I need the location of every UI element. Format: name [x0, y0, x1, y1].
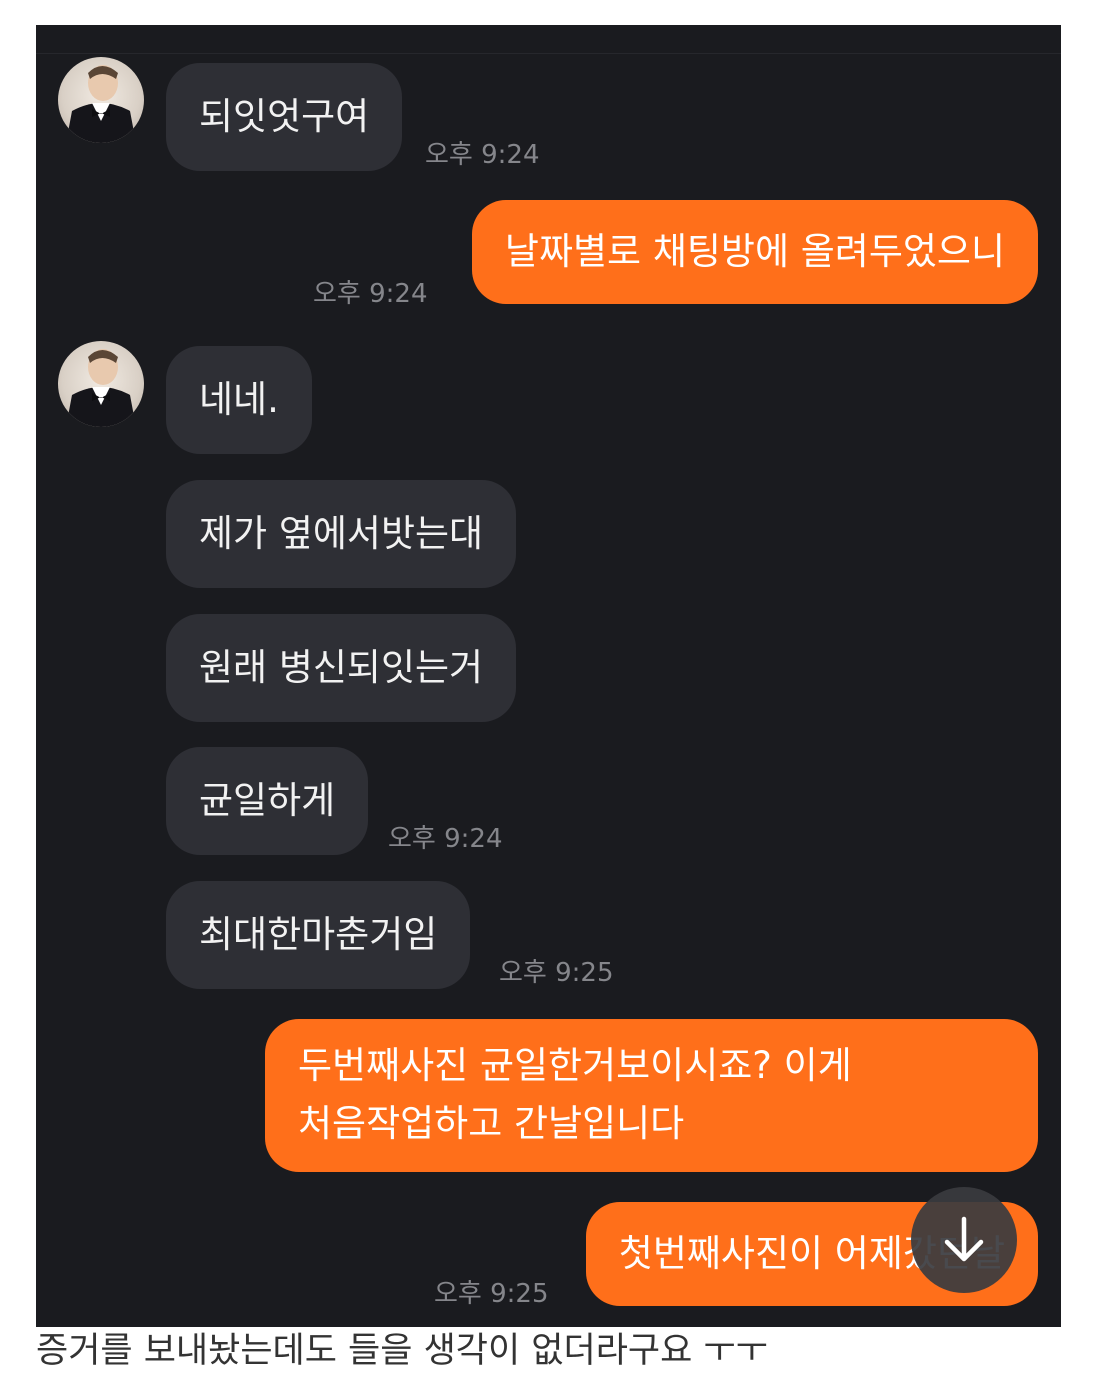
outgoing-message[interactable]: 두번째사진 균일한거보이시죠? 이게 처음작업하고 간날입니다 — [265, 1019, 1038, 1172]
sender-avatar[interactable] — [58, 341, 144, 427]
message-timestamp: 오후 9:25 — [499, 958, 614, 988]
scroll-to-bottom-button[interactable] — [911, 1187, 1017, 1293]
chat-window: 되잇엇구여 오후 9:24 날짜별로 채팅방에 올려두었으니 오후 9:24 네… — [36, 25, 1061, 1327]
message-timestamp: 오후 9:24 — [388, 824, 503, 854]
outgoing-message[interactable]: 날짜별로 채팅방에 올려두었으니 — [471, 200, 1038, 304]
message-timestamp: 오후 9:24 — [425, 140, 540, 170]
top-divider — [36, 53, 1061, 54]
caption-text: 증거를 보내놨는데도 들을 생각이 없더라구요 ㅜㅜ — [36, 1331, 768, 1371]
incoming-message[interactable]: 제가 옆에서밧는대 — [166, 480, 517, 588]
message-timestamp: 오후 9:24 — [313, 279, 428, 309]
sender-avatar[interactable] — [58, 57, 144, 143]
message-timestamp: 오후 9:25 — [434, 1279, 549, 1309]
message-line: 처음작업하고 간날입니다 — [298, 1102, 685, 1146]
incoming-message[interactable]: 최대한마춘거임 — [166, 881, 471, 989]
incoming-message[interactable]: 균일하게 — [166, 747, 369, 855]
arrow-down-icon — [944, 1216, 984, 1262]
incoming-message[interactable]: 되잇엇구여 — [166, 63, 403, 171]
incoming-message[interactable]: 원래 병신되잇는거 — [166, 614, 517, 722]
message-line: 두번째사진 균일한거보이시죠? 이게 — [298, 1044, 852, 1087]
incoming-message[interactable]: 네네. — [166, 346, 312, 454]
